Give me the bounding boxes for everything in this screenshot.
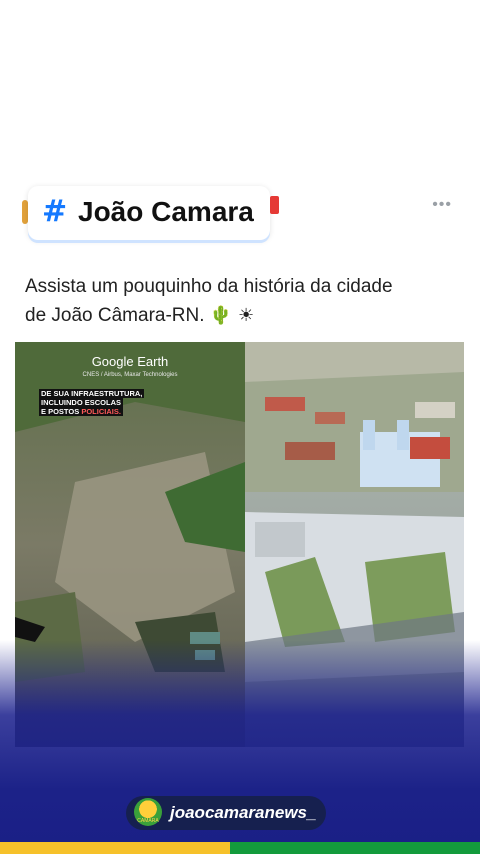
flag-stripe-yellow bbox=[0, 842, 230, 854]
google-earth-brand: Google Earth bbox=[91, 354, 169, 369]
hashtag-title-pill[interactable]: # João Camara bbox=[28, 186, 270, 240]
imagery-credit: CNES / Airbus, Maxar Technologies bbox=[82, 372, 178, 378]
news-logo-text: CAMARA bbox=[137, 818, 159, 824]
subtitle-line-3: E POSTOS POLICIAIS. bbox=[39, 407, 123, 416]
caption-line-1: Assista um pouquinho da história da cida… bbox=[25, 276, 393, 297]
flag-stripe-green bbox=[230, 842, 480, 854]
video-subtitle-overlay: DE SUA INFRAESTRUTURA, INCLUINDO ESCOLAS… bbox=[39, 389, 145, 416]
account-handle: joaocamaranews_ bbox=[170, 803, 317, 822]
caption-line-2: de João Câmara-RN. bbox=[25, 305, 205, 326]
more-options-icon[interactable]: ••• bbox=[432, 196, 452, 214]
post-caption: Assista um pouquinho da história da cida… bbox=[25, 272, 455, 330]
account-handle-badge[interactable]: CAMARA joaocamaranews_ bbox=[126, 796, 326, 830]
subtitle-line-3-prefix: E POSTOS bbox=[41, 407, 80, 416]
subtitle-line-1: DE SUA INFRAESTRUTURA, bbox=[39, 389, 145, 398]
subtitle-line-2: INCLUINDO ESCOLAS bbox=[39, 398, 124, 407]
hashtag-icon: # bbox=[42, 194, 68, 229]
flag-sticker-icon bbox=[270, 196, 279, 214]
cactus-sun-emoji: 🌵 ☀ bbox=[209, 305, 255, 326]
subtitle-line-3-highlight: POLICIAIS. bbox=[81, 407, 121, 416]
post-title: João Camara bbox=[78, 196, 254, 227]
